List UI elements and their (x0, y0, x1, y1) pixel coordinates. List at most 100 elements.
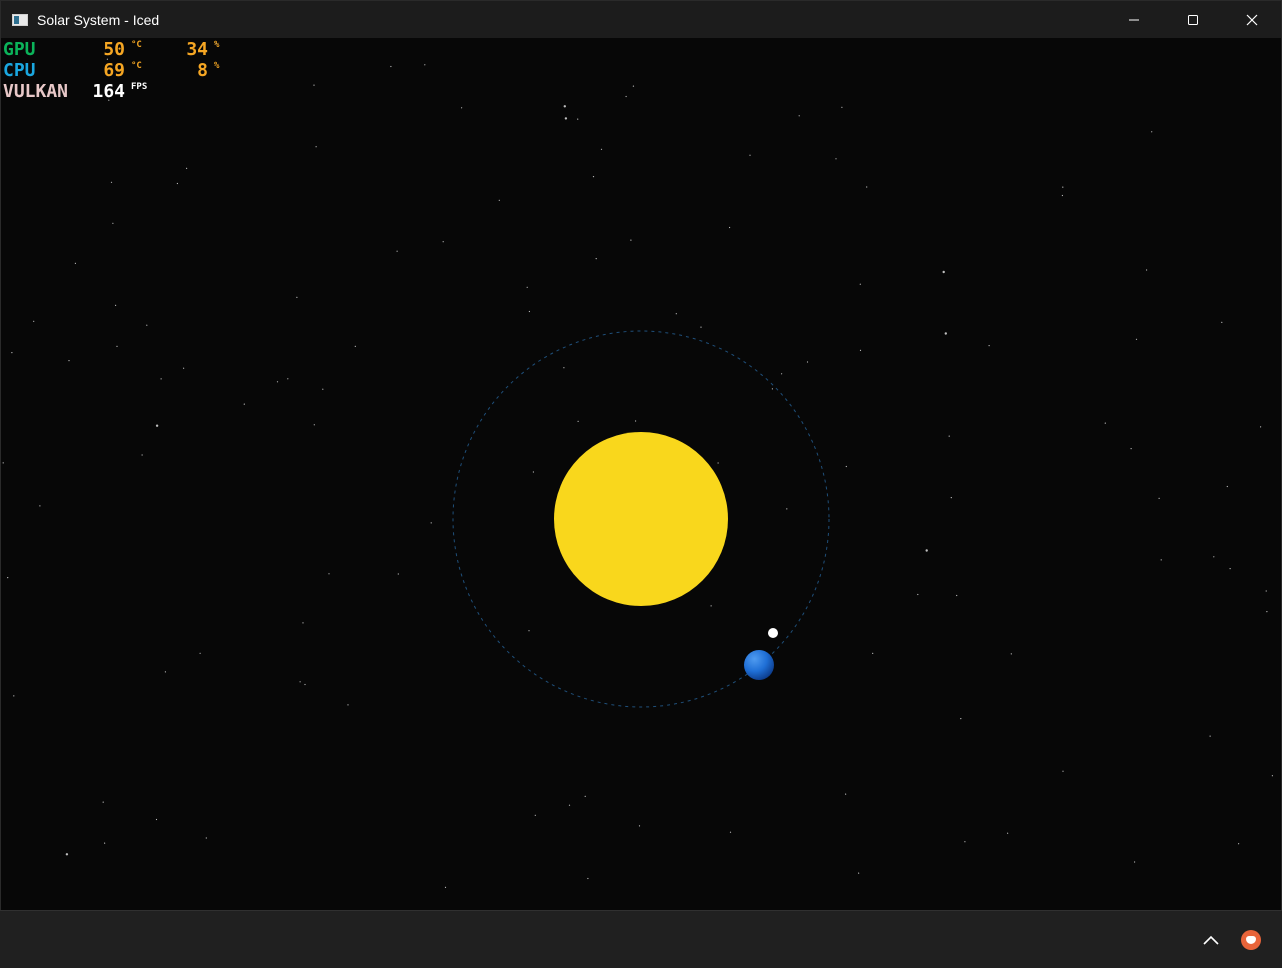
star (141, 454, 143, 456)
star (1265, 590, 1267, 592)
star (498, 199, 500, 201)
star (2, 462, 4, 464)
app-icon (12, 13, 28, 26)
star (1062, 770, 1064, 772)
star (287, 378, 289, 380)
star (564, 117, 568, 120)
star (948, 435, 950, 437)
star (1104, 422, 1106, 424)
star (675, 313, 677, 315)
star (1135, 338, 1138, 340)
star (276, 381, 279, 383)
star (835, 158, 837, 160)
star (771, 388, 774, 390)
star (155, 818, 158, 821)
maximize-button[interactable] (1163, 1, 1222, 38)
star (964, 841, 966, 843)
star (1010, 653, 1012, 655)
minimize-button[interactable] (1104, 1, 1163, 38)
star (1266, 611, 1268, 613)
hud-unit: % (214, 61, 220, 71)
star (146, 324, 148, 326)
star (942, 270, 945, 274)
star (304, 683, 306, 686)
performance-overlay: GPU 50 °C 34% CPU 69 °C 8% VULKAN 164 FPS (3, 39, 233, 102)
title-bar[interactable]: Solar System - Iced (1, 1, 1281, 38)
star (347, 704, 349, 706)
chevron-up-icon (1203, 935, 1219, 945)
star (1130, 448, 1132, 450)
star (461, 107, 463, 109)
star (630, 239, 632, 241)
star (186, 167, 188, 169)
close-button[interactable] (1222, 1, 1281, 38)
star (749, 154, 751, 156)
star (116, 345, 118, 347)
moon (768, 628, 778, 638)
star (74, 262, 76, 264)
star (155, 424, 159, 427)
star (354, 345, 356, 347)
app-window: Solar System - Iced GPU 50 °C 34 % CPU 6… (0, 0, 1282, 910)
star (1007, 832, 1009, 834)
tray-chevron-button[interactable] (1199, 929, 1223, 951)
cat-icon[interactable] (1241, 930, 1261, 950)
star (534, 814, 536, 816)
star (112, 222, 114, 224)
star (1158, 497, 1160, 499)
star (717, 462, 719, 464)
star (950, 497, 952, 499)
minimize-icon (1128, 19, 1139, 20)
hud-value: 164 (92, 81, 125, 102)
star (110, 181, 113, 183)
star (635, 420, 637, 422)
close-icon (1246, 14, 1257, 25)
star (917, 593, 919, 596)
star (988, 345, 990, 347)
star (1209, 735, 1211, 737)
earth (744, 650, 774, 680)
scene-canvas[interactable]: GPU 50 °C 34% CPU 69 °C 8% VULKAN 164 FPS (1, 38, 1281, 910)
star (104, 842, 106, 844)
star (563, 367, 565, 369)
star (1238, 843, 1240, 845)
star (164, 671, 166, 673)
star (845, 793, 847, 795)
hud-row-cpu: CPU 69 °C 8% (3, 60, 233, 81)
star (841, 106, 843, 108)
star (592, 176, 595, 178)
star (595, 258, 597, 260)
star (328, 573, 330, 575)
star (798, 115, 800, 117)
star (322, 388, 324, 390)
star (65, 853, 69, 856)
star (859, 349, 862, 351)
star (1221, 321, 1223, 323)
star (1226, 485, 1228, 488)
star (1151, 131, 1153, 133)
star (1061, 194, 1063, 197)
hud-value: 34 (186, 39, 208, 60)
hud-unit: FPS (131, 82, 148, 92)
star (243, 403, 245, 405)
star (806, 361, 809, 363)
star (532, 471, 535, 473)
taskbar (0, 910, 1282, 968)
star (1134, 861, 1136, 863)
star (11, 352, 13, 354)
star (729, 831, 732, 833)
star (33, 320, 35, 322)
star (563, 105, 566, 108)
star (299, 681, 301, 683)
star (160, 378, 162, 380)
star (39, 505, 41, 507)
star (424, 64, 426, 66)
star (786, 508, 788, 510)
star (7, 577, 9, 579)
star (183, 367, 185, 369)
star (632, 85, 635, 87)
star (199, 652, 201, 654)
star (296, 296, 298, 298)
star (859, 283, 861, 285)
star (625, 95, 627, 98)
